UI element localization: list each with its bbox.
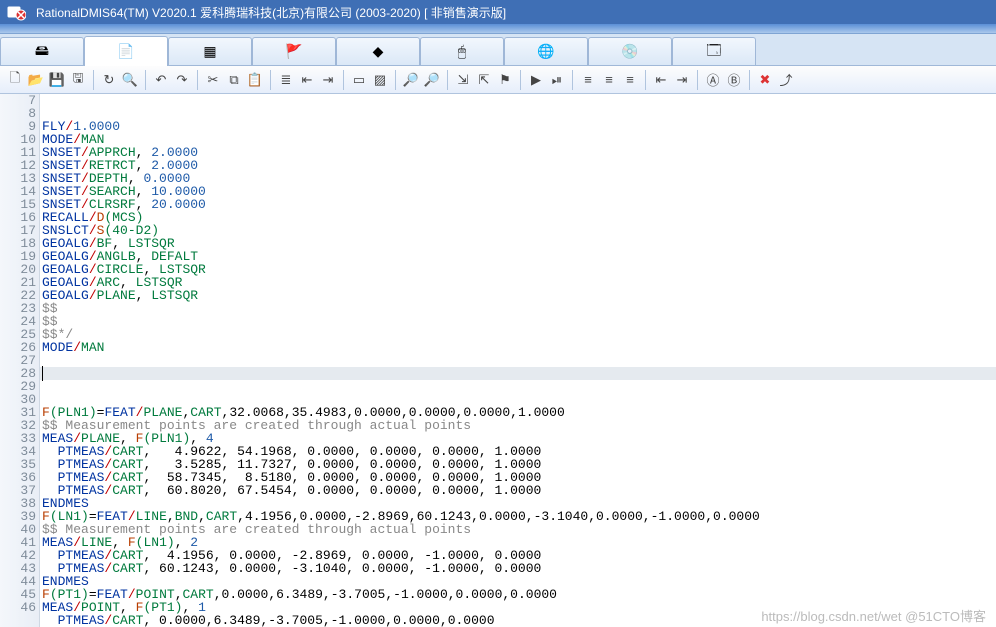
tab-window-icon[interactable]: 🗔 bbox=[672, 37, 756, 65]
app-icon bbox=[6, 3, 26, 21]
tab-table-icon[interactable]: ▦ bbox=[168, 37, 252, 65]
cube-icon: ◆ bbox=[373, 43, 384, 60]
code-line[interactable]: $$ bbox=[40, 315, 996, 328]
transfer-in-button[interactable]: ⇲ bbox=[454, 71, 472, 89]
paste-button[interactable]: 📋 bbox=[246, 71, 264, 89]
toolbar-separator bbox=[447, 70, 448, 90]
undo-button[interactable]: ↶ bbox=[152, 71, 170, 89]
refresh-button[interactable]: ↻ bbox=[100, 71, 118, 89]
disc-icon: 💿 bbox=[621, 43, 638, 60]
window-icon: 🗔 bbox=[706, 40, 721, 64]
new-doc-button[interactable]: 🗋 bbox=[6, 71, 24, 89]
redo-button[interactable]: ↷ bbox=[173, 71, 191, 89]
align-center-button[interactable]: ≡ bbox=[600, 71, 618, 89]
code-line[interactable]: SNSLCT/S(40-D2) bbox=[40, 224, 996, 237]
ribbon-gradient bbox=[0, 24, 996, 34]
align-left-button[interactable]: ≡ bbox=[579, 71, 597, 89]
indent-left-button[interactable]: ⇤ bbox=[652, 71, 670, 89]
tab-flag-icon[interactable]: 🚩 bbox=[252, 37, 336, 65]
globe-icon: 🌐 bbox=[537, 43, 554, 60]
tab-probe-icon[interactable]: 🖱 bbox=[420, 37, 504, 65]
tab-strip: 🖴 📄 ▦ 🚩 ◆ 🖱 🌐 💿 🗔 bbox=[0, 34, 996, 66]
code-line[interactable]: SNSET/CLRSRF, 20.0000 bbox=[40, 198, 996, 211]
copy-button[interactable]: ⧉ bbox=[225, 71, 243, 89]
hdd-icon: 🖴 bbox=[35, 40, 49, 64]
toggle-b-button[interactable]: Ⓑ bbox=[725, 71, 743, 89]
flag-marker-button[interactable]: ⚑ bbox=[496, 71, 514, 89]
toolbar-separator bbox=[520, 70, 521, 90]
toolbar-separator bbox=[93, 70, 94, 90]
outdent-list-button[interactable]: ⇤ bbox=[298, 71, 316, 89]
code-line[interactable]: $$ bbox=[40, 302, 996, 315]
toolbar-separator bbox=[343, 70, 344, 90]
transfer-out-button[interactable]: ⇱ bbox=[475, 71, 493, 89]
title-bar: RationalDMIS64(TM) V2020.1 爱科腾瑞科技(北京)有限公… bbox=[0, 0, 996, 24]
tab-globe-icon[interactable]: 🌐 bbox=[504, 37, 588, 65]
toolbar-separator bbox=[145, 70, 146, 90]
indent-list-button[interactable]: ⇥ bbox=[319, 71, 337, 89]
cut-button[interactable]: ✂ bbox=[204, 71, 222, 89]
toolbar-separator bbox=[697, 70, 698, 90]
toolbar-separator bbox=[572, 70, 573, 90]
indent-right-button[interactable]: ⇥ bbox=[673, 71, 691, 89]
toolbar-separator bbox=[270, 70, 271, 90]
code-line[interactable]: PTMEAS/CART, 60.1243, 0.0000, -3.1040, 0… bbox=[40, 562, 996, 575]
export-button[interactable]: ⤴ bbox=[777, 71, 795, 89]
toolbar-separator bbox=[395, 70, 396, 90]
table-icon: ▦ bbox=[203, 43, 216, 60]
select-rect-button[interactable]: ▭ bbox=[350, 71, 368, 89]
flag-icon: 🚩 bbox=[285, 43, 302, 60]
tab-cube-icon[interactable]: ◆ bbox=[336, 37, 420, 65]
code-line[interactable]: GEOALG/CIRCLE, LSTSQR bbox=[40, 263, 996, 276]
code-line[interactable]: PTMEAS/CART, 0.0000,6.3489,-3.7005,-1.00… bbox=[40, 614, 996, 627]
code-line[interactable]: MODE/MAN bbox=[40, 341, 996, 354]
document-icon: 📄 bbox=[117, 43, 134, 60]
code-line[interactable]: FLY/1.0000 bbox=[40, 120, 996, 133]
window-title: RationalDMIS64(TM) V2020.1 爱科腾瑞科技(北京)有限公… bbox=[36, 4, 506, 21]
toolbar-separator bbox=[645, 70, 646, 90]
code-editor[interactable]: 7891011121314151617181920212223242526272… bbox=[0, 94, 996, 627]
code-line[interactable] bbox=[40, 380, 996, 393]
toolbar-separator bbox=[749, 70, 750, 90]
tab-disc-icon[interactable]: 💿 bbox=[588, 37, 672, 65]
line-gutter: 7891011121314151617181920212223242526272… bbox=[0, 94, 40, 627]
toggle-a-button[interactable]: Ⓐ bbox=[704, 71, 722, 89]
find-button[interactable]: 🔎 bbox=[402, 71, 420, 89]
probe-icon: 🖱 bbox=[458, 43, 466, 60]
align-right-button[interactable]: ≡ bbox=[621, 71, 639, 89]
editor-toolbar: 🗋📂💾🖫↻🔍↶↷✂⧉📋≣⇤⇥▭▨🔎🔎⇲⇱⚑▶⏯≡≡≡⇤⇥ⒶⒷ✖⤴ bbox=[0, 66, 996, 94]
list-button[interactable]: ≣ bbox=[277, 71, 295, 89]
code-line[interactable]: PTMEAS/CART, 60.8020, 67.5454, 0.0000, 0… bbox=[40, 484, 996, 497]
step-button[interactable]: ⏯ bbox=[548, 71, 566, 89]
save-all-button[interactable]: 🖫 bbox=[69, 71, 87, 89]
zoom-button[interactable]: 🔍 bbox=[121, 71, 139, 89]
open-doc-button[interactable]: 📂 bbox=[27, 71, 45, 89]
run-button[interactable]: ▶ bbox=[527, 71, 545, 89]
highlight-button[interactable]: ▨ bbox=[371, 71, 389, 89]
code-line[interactable]: RECALL/D(MCS) bbox=[40, 211, 996, 224]
tab-hdd-icon[interactable]: 🖴 bbox=[0, 37, 84, 65]
tab-document-icon[interactable]: 📄 bbox=[84, 36, 168, 66]
toolbar-separator bbox=[197, 70, 198, 90]
save-doc-button[interactable]: 💾 bbox=[48, 71, 66, 89]
code-line[interactable]: $$*/ bbox=[40, 328, 996, 341]
delete-red-button[interactable]: ✖ bbox=[756, 71, 774, 89]
code-line[interactable] bbox=[40, 354, 996, 367]
code-line[interactable]: GEOALG/PLANE, LSTSQR bbox=[40, 289, 996, 302]
find-next-button[interactable]: 🔎 bbox=[423, 71, 441, 89]
code-area[interactable]: FLY/1.0000MODE/MANSNSET/APPRCH, 2.0000SN… bbox=[40, 94, 996, 627]
code-line[interactable] bbox=[40, 367, 996, 380]
